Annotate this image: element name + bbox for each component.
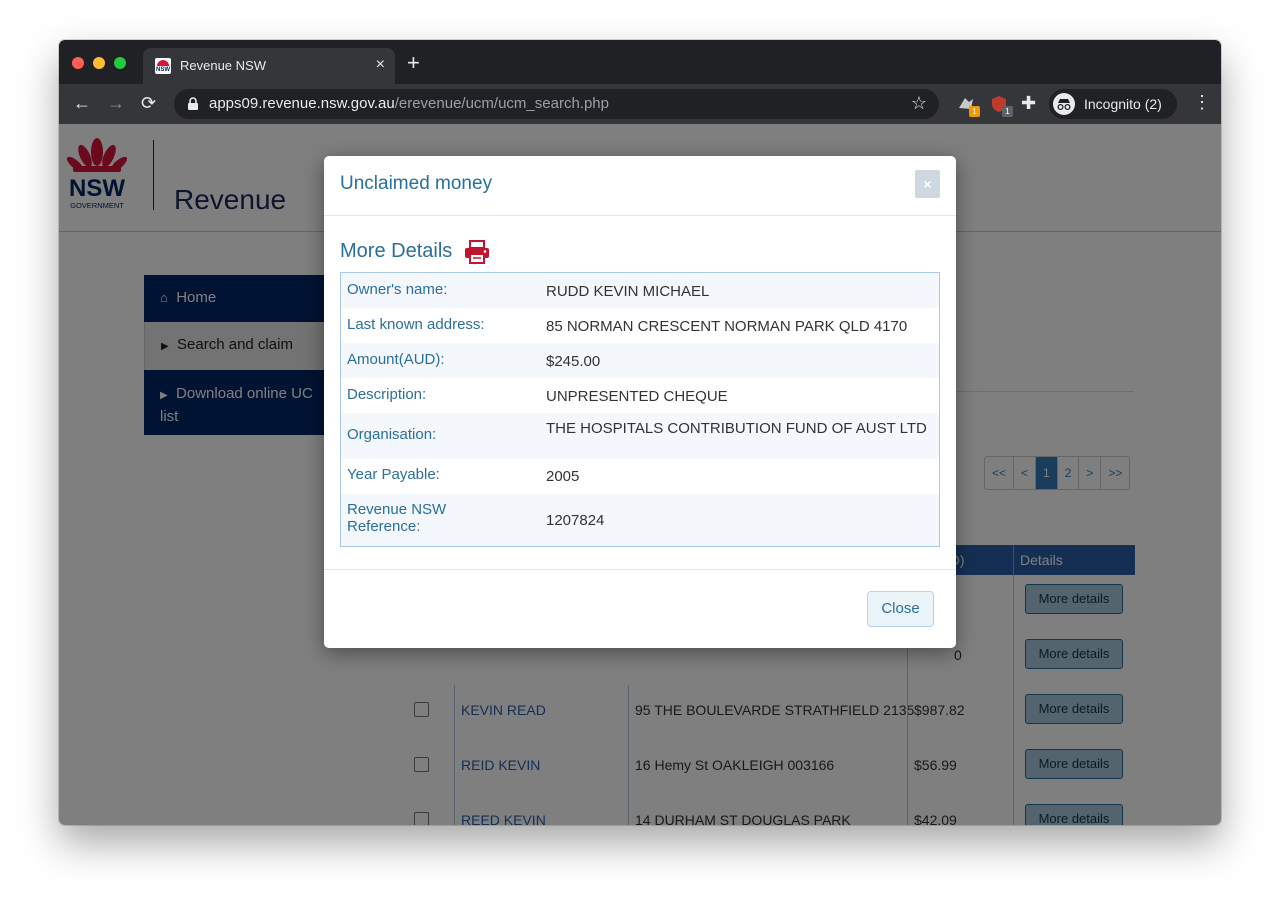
detail-label: Description:: [347, 386, 427, 403]
more-details-heading: More Details: [340, 240, 453, 262]
detail-row-year: Year Payable: 2005: [341, 459, 939, 494]
browser-toolbar: ← → ⟳ apps09.revenue.nsw.gov.au/erevenue…: [59, 84, 1221, 124]
forward-arrow-icon[interactable]: →: [107, 93, 125, 113]
tab-close-icon[interactable]: ×: [376, 55, 385, 75]
detail-row-description: Description: UNPRESENTED CHEQUE: [341, 378, 939, 413]
detail-value: RUDD KEVIN MICHAEL: [546, 283, 710, 300]
browser-window: NSW Revenue NSW × + ← → ⟳ apps09.revenue…: [59, 40, 1221, 825]
lock-icon: [188, 97, 198, 110]
detail-label: Owner's name:: [347, 281, 448, 298]
url-host: apps09.revenue.nsw.gov.au: [209, 95, 395, 112]
favicon-text: NSW: [156, 67, 170, 73]
detail-row-address: Last known address: 85 NORMAN CRESCENT N…: [341, 308, 939, 343]
close-button[interactable]: Close: [867, 591, 934, 627]
extension-icon[interactable]: 1: [956, 94, 980, 117]
bookmark-star-icon[interactable]: ☆: [911, 93, 927, 114]
detail-value: 85 NORMAN CRESCENT NORMAN PARK QLD 4170: [546, 318, 908, 335]
ublock-badge: 1: [1002, 106, 1013, 117]
modal-close-icon[interactable]: ×: [915, 170, 940, 198]
details-table: Owner's name: RUDD KEVIN MICHAEL Last kn…: [340, 272, 940, 547]
close-window-button[interactable]: [72, 57, 84, 69]
modal-footer: Close: [324, 569, 956, 649]
nsw-favicon-icon: NSW: [155, 58, 171, 74]
maximize-window-button[interactable]: [114, 57, 126, 69]
minimize-window-button[interactable]: [93, 57, 105, 69]
detail-row-reference: Revenue NSW Reference: 1207824: [341, 494, 939, 546]
incognito-label: Incognito (2): [1084, 96, 1162, 112]
modal-title: Unclaimed money: [340, 173, 493, 194]
url-path: /erevenue/ucm/ucm_search.php: [394, 95, 609, 112]
detail-row-owner: Owner's name: RUDD KEVIN MICHAEL: [341, 273, 939, 308]
detail-value: UNPRESENTED CHEQUE: [546, 388, 728, 405]
detail-label: Revenue NSW Reference:: [347, 501, 447, 535]
detail-row-organisation: Organisation: THE HOSPITALS CONTRIBUTION…: [341, 413, 939, 459]
modal-header: Unclaimed money ×: [324, 156, 956, 216]
incognito-icon: [1053, 93, 1075, 115]
tab-strip: NSW Revenue NSW × +: [59, 40, 1221, 84]
detail-label: Year Payable:: [347, 466, 440, 483]
address-bar[interactable]: apps09.revenue.nsw.gov.au/erevenue/ucm/u…: [174, 89, 939, 119]
browser-menu-icon[interactable]: ⋮: [1193, 92, 1211, 113]
new-tab-icon[interactable]: +: [407, 52, 420, 74]
unclaimed-money-modal: Unclaimed money × More Details Owner's n…: [324, 156, 956, 648]
detail-label: Last known address:: [347, 316, 485, 333]
detail-row-amount: Amount(AUD): $245.00: [341, 343, 939, 378]
back-arrow-icon[interactable]: ←: [73, 93, 91, 113]
tab-title: Revenue NSW: [180, 58, 266, 73]
url-text: apps09.revenue.nsw.gov.au/erevenue/ucm/u…: [209, 95, 609, 112]
ublock-icon[interactable]: 1: [989, 94, 1013, 117]
detail-value: 1207824: [546, 512, 605, 529]
reload-icon[interactable]: ⟳: [141, 93, 156, 113]
printer-icon[interactable]: [464, 240, 490, 264]
browser-tab[interactable]: NSW Revenue NSW ×: [143, 48, 395, 84]
page-viewport: NSW GOVERNMENT Revenue ⌂ Home ▶ Search a…: [59, 124, 1221, 825]
extensions-puzzle-icon[interactable]: ✚: [1021, 93, 1036, 114]
incognito-indicator[interactable]: Incognito (2): [1049, 89, 1177, 119]
detail-label: Organisation:: [347, 426, 437, 443]
detail-label: Amount(AUD):: [347, 351, 445, 368]
detail-value: 2005: [546, 468, 580, 485]
detail-value: THE HOSPITALS CONTRIBUTION FUND OF AUST …: [546, 420, 927, 437]
extension-badge: 1: [969, 106, 980, 117]
detail-value: $245.00: [546, 353, 601, 370]
